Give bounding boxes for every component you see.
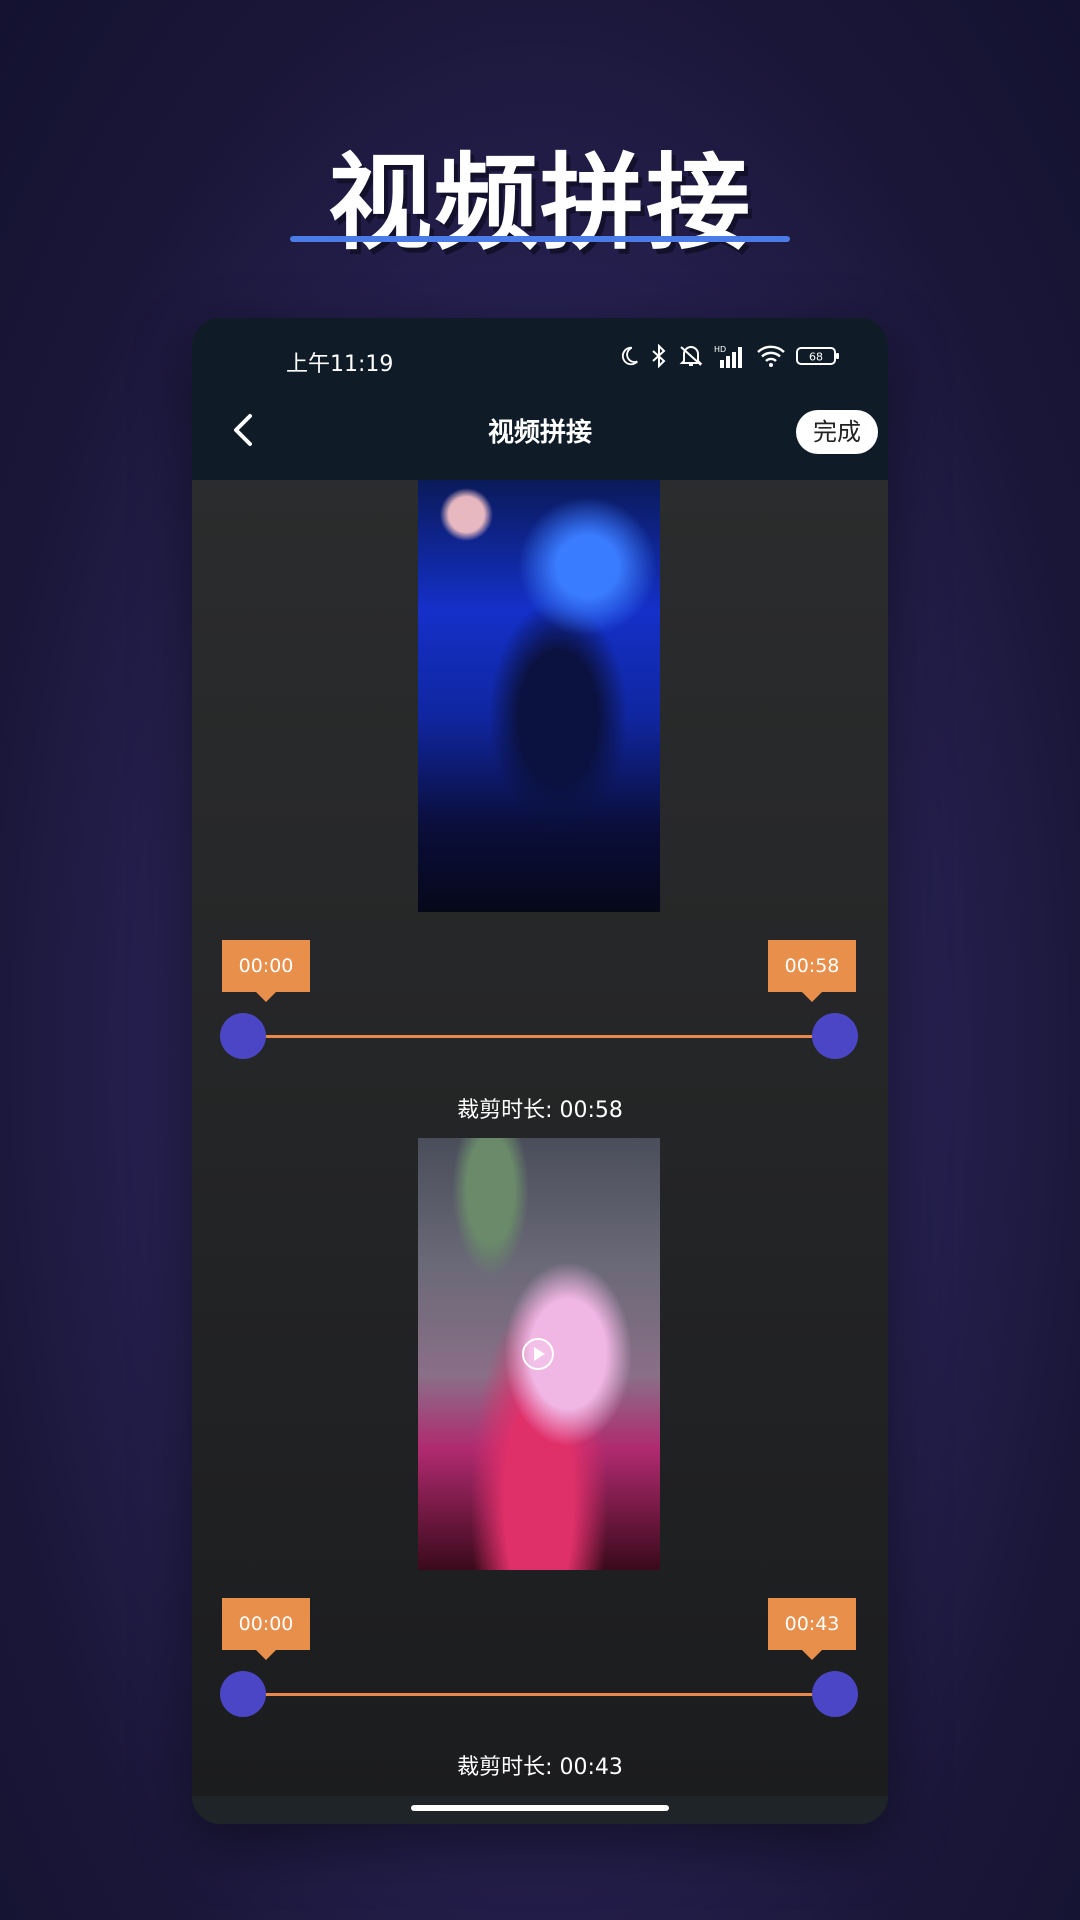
top-bar: 上午11:19 HD 68 视频拼接 完成 bbox=[192, 318, 888, 480]
clip-1-trim-track bbox=[244, 1035, 836, 1038]
home-indicator[interactable] bbox=[411, 1805, 669, 1811]
battery-icon: 68 bbox=[796, 347, 839, 365]
svg-text:HD: HD bbox=[714, 345, 726, 354]
done-button[interactable]: 完成 bbox=[796, 410, 878, 454]
clip-1-duration: 裁剪时长: 00:58 bbox=[457, 1098, 623, 1123]
phone-screen: 上午11:19 HD 68 视频拼接 完成 00:00 00:58 裁剪时长: … bbox=[192, 318, 888, 1824]
clip-2-duration: 裁剪时长: 00:43 bbox=[457, 1755, 623, 1780]
hero-title: 视频拼接 bbox=[327, 142, 752, 264]
page-title: 视频拼接 bbox=[487, 418, 592, 448]
clip-2-end-time: 00:43 bbox=[768, 1598, 856, 1660]
moon-icon bbox=[621, 346, 638, 366]
clip-list: 00:00 00:58 裁剪时长: 00:58 00:00 00:43 裁剪时长… bbox=[192, 480, 888, 1810]
clip-2-start-handle[interactable] bbox=[220, 1671, 266, 1717]
video-preview-1[interactable] bbox=[418, 480, 660, 912]
clip-1-end-handle[interactable] bbox=[812, 1013, 858, 1059]
battery-level: 68 bbox=[809, 351, 823, 364]
hd-signal-icon: HD bbox=[714, 345, 742, 368]
clip-2-trim-track bbox=[244, 1693, 836, 1696]
status-time: 上午11:19 bbox=[286, 352, 394, 377]
video-preview-2[interactable] bbox=[418, 1138, 660, 1570]
play-icon[interactable] bbox=[520, 1336, 556, 1372]
clip-1-start-handle[interactable] bbox=[220, 1013, 266, 1059]
clip-1-end-time: 00:58 bbox=[768, 940, 856, 1002]
clip-2-start-time: 00:00 bbox=[222, 1598, 310, 1660]
clip-1-start-time: 00:00 bbox=[222, 940, 310, 1002]
bluetooth-icon bbox=[652, 344, 666, 368]
hero-underline bbox=[290, 236, 790, 242]
mute-icon bbox=[679, 346, 703, 366]
wifi-icon bbox=[757, 345, 785, 367]
clip-2-end-handle[interactable] bbox=[812, 1671, 858, 1717]
status-icons: HD 68 bbox=[618, 344, 840, 368]
